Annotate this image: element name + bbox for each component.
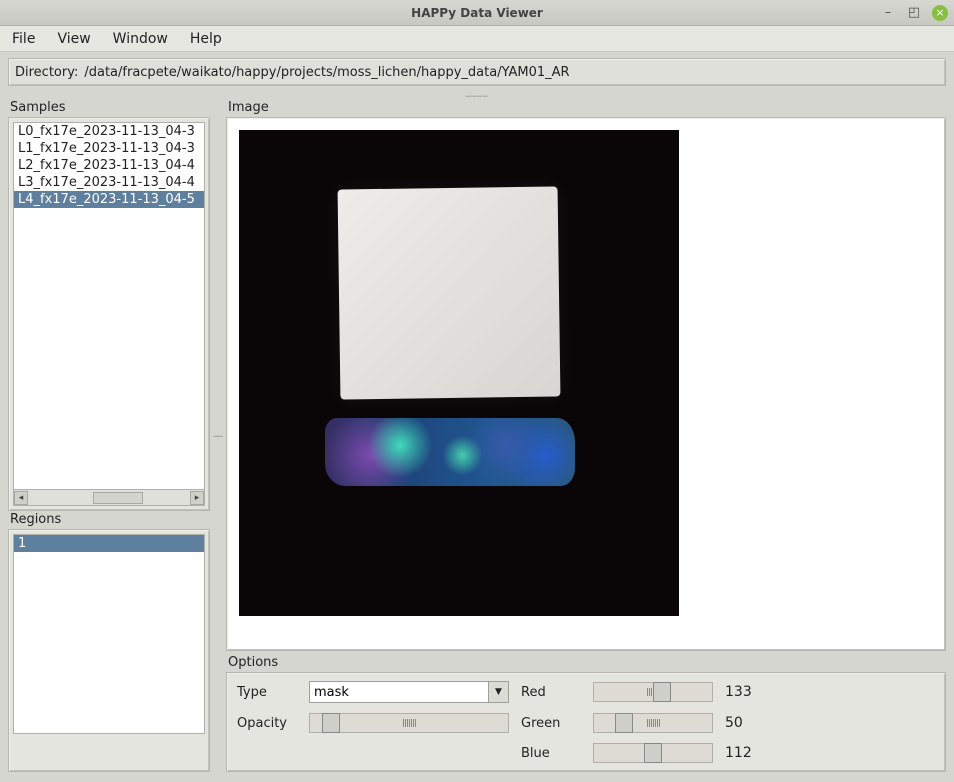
opacity-slider-thumb[interactable]	[322, 713, 340, 733]
regions-list-item[interactable]: 1	[14, 535, 204, 552]
opacity-label: Opacity	[237, 716, 297, 731]
chevron-down-icon[interactable]: ▼	[488, 682, 508, 702]
red-slider-thumb[interactable]	[653, 682, 671, 702]
type-input[interactable]	[310, 682, 488, 702]
minimize-button[interactable]: –	[880, 5, 896, 21]
samples-listbox[interactable]: L0_fx17e_2023-11-13_04-3L1_fx17e_2023-11…	[13, 122, 205, 490]
window-title: HAPPy Data Viewer	[0, 6, 954, 20]
menu-help[interactable]: Help	[186, 29, 226, 49]
green-value: 50	[725, 715, 765, 731]
close-icon: ×	[935, 6, 944, 19]
scroll-left-icon[interactable]: ◂	[14, 491, 28, 505]
image-viewer[interactable]	[226, 117, 946, 651]
scroll-thumb[interactable]	[93, 492, 143, 504]
type-label: Type	[237, 685, 297, 700]
blue-value: 112	[725, 745, 765, 761]
close-button[interactable]: ×	[932, 5, 948, 21]
maximize-button[interactable]: ◰	[906, 5, 922, 21]
samples-list-item[interactable]: L0_fx17e_2023-11-13_04-3	[14, 123, 204, 140]
image-label: Image	[228, 100, 946, 115]
menu-window[interactable]: Window	[109, 29, 172, 49]
red-slider[interactable]	[593, 682, 713, 702]
samples-list-item[interactable]: L1_fx17e_2023-11-13_04-3	[14, 140, 204, 157]
vertical-splitter[interactable]: ┋	[214, 100, 222, 772]
menu-view[interactable]: View	[53, 29, 94, 49]
scroll-right-icon[interactable]: ▸	[190, 491, 204, 505]
sample-specimen	[325, 418, 575, 486]
titlebar: HAPPy Data Viewer – ◰ ×	[0, 0, 954, 26]
regions-listbox[interactable]: 1	[13, 534, 205, 734]
red-value: 133	[725, 684, 765, 700]
samples-list-item[interactable]: L4_fx17e_2023-11-13_04-5	[14, 191, 204, 208]
blue-slider[interactable]	[593, 743, 713, 763]
calibration-tile	[338, 186, 561, 399]
type-combo[interactable]: ▼	[309, 681, 509, 703]
opacity-slider[interactable]	[309, 713, 509, 733]
red-label: Red	[521, 685, 581, 700]
blue-label: Blue	[521, 746, 581, 761]
menubar: File View Window Help	[0, 26, 954, 52]
blue-slider-thumb[interactable]	[644, 743, 662, 763]
options-label: Options	[228, 655, 946, 670]
samples-list-item[interactable]: L3_fx17e_2023-11-13_04-4	[14, 174, 204, 191]
samples-list-item[interactable]: L2_fx17e_2023-11-13_04-4	[14, 157, 204, 174]
image-canvas	[239, 130, 679, 616]
samples-hscrollbar[interactable]: ◂ ▸	[13, 490, 205, 506]
directory-label: Directory:	[15, 65, 78, 80]
horizontal-splitter[interactable]: ┉┉┉┉	[0, 92, 954, 100]
directory-path: /data/fracpete/waikato/happy/projects/mo…	[84, 65, 569, 80]
menu-file[interactable]: File	[8, 29, 39, 49]
green-slider[interactable]	[593, 713, 713, 733]
green-label: Green	[521, 716, 581, 731]
green-slider-thumb[interactable]	[615, 713, 633, 733]
samples-label: Samples	[10, 100, 210, 115]
directory-bar: Directory: /data/fracpete/waikato/happy/…	[8, 58, 946, 86]
regions-label: Regions	[10, 512, 210, 527]
